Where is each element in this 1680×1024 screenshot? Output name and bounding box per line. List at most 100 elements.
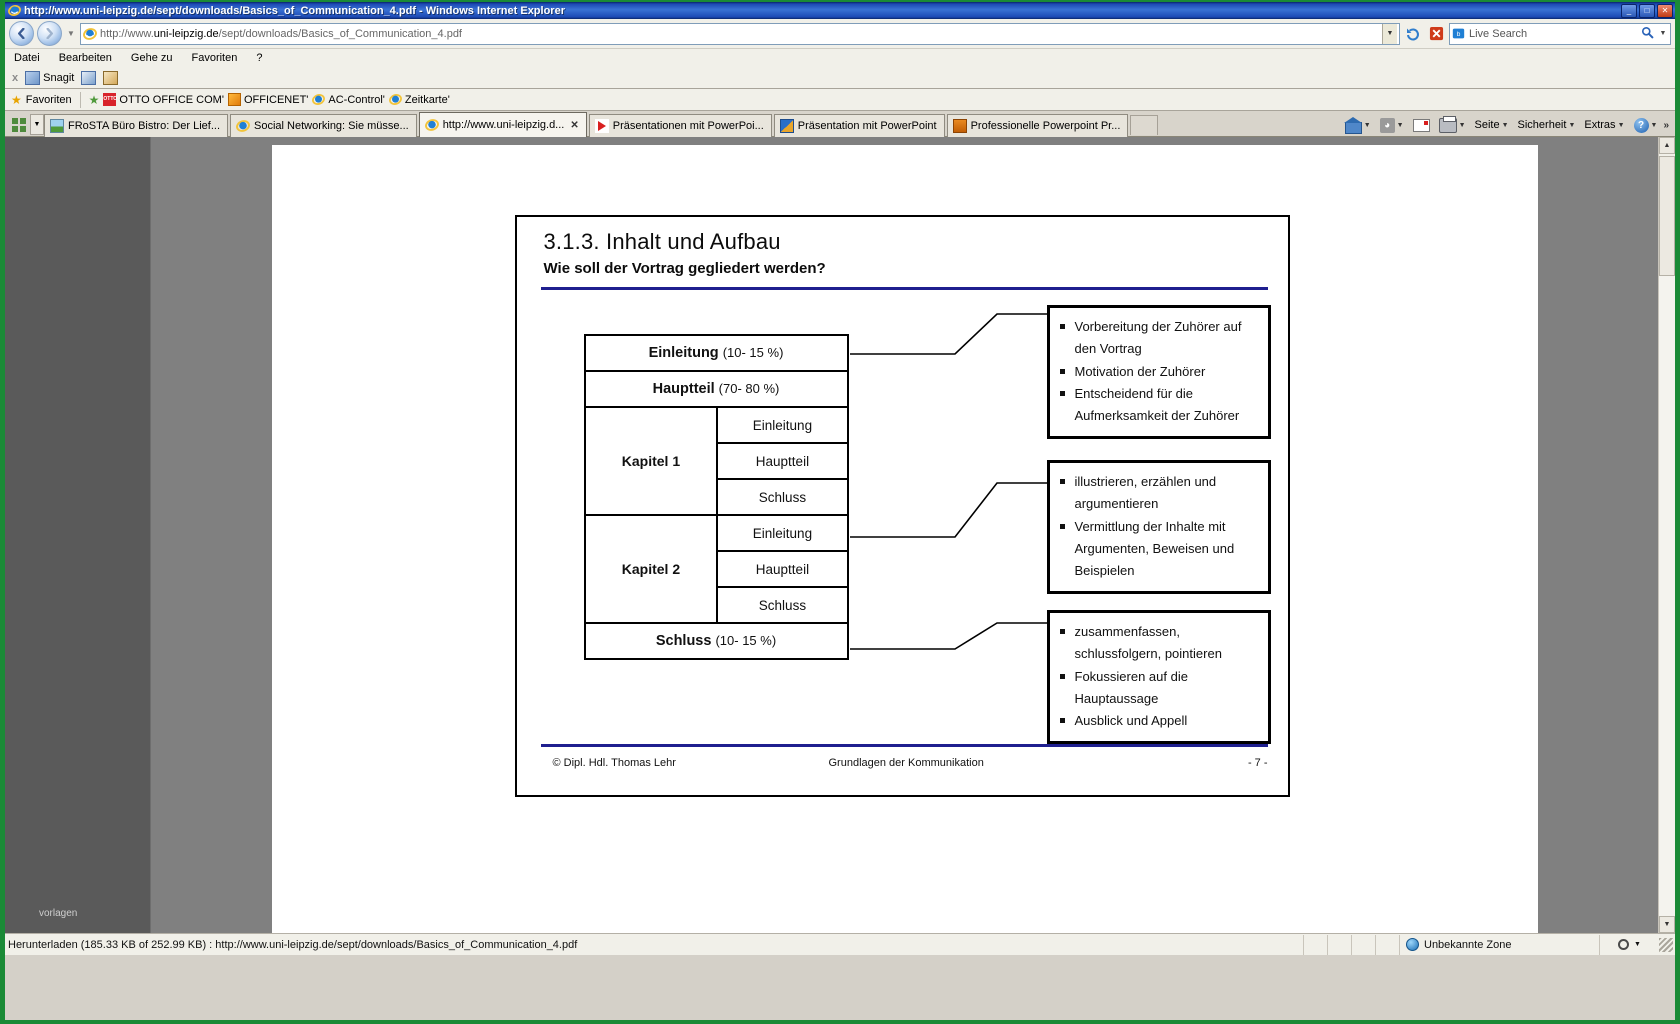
structure-intro-percent: (10- 15 %) <box>722 345 784 360</box>
structure-main-cell: Hauptteil (70- 80 %) <box>583 370 849 408</box>
page-menu-button[interactable]: Seite ▼ <box>1472 118 1512 132</box>
page-favicon-icon <box>83 27 97 41</box>
address-input[interactable]: http://www.uni-leipzig.de/sept/downloads… <box>80 22 1400 45</box>
help-menu-button[interactable]: ? ▼ <box>1631 117 1661 134</box>
close-button[interactable]: ✕ <box>1657 3 1673 18</box>
callout-bullet: Motivation der Zuhörer <box>1059 361 1258 383</box>
pdf-viewport[interactable]: 3.1.3. Inhalt und Aufbau Wie soll der Vo… <box>151 137 1658 933</box>
add-favorite-icon[interactable]: ★ <box>89 94 100 106</box>
search-input[interactable]: Live Search <box>1469 28 1636 40</box>
menu-item-gehe-zu[interactable]: Gehe zu <box>130 52 174 64</box>
quick-tabs-grid-icon[interactable] <box>8 114 30 135</box>
chevron-down-icon[interactable]: ▼ <box>1502 122 1509 129</box>
chevron-down-icon[interactable]: ▼ <box>1634 941 1641 948</box>
slide-footer-copyright: © Dipl. Hdl. Thomas Lehr <box>552 757 676 769</box>
status-message: Herunterladen (185.33 KB of 252.99 KB) :… <box>8 938 578 951</box>
slide-footer-center: Grundlagen der Kommunikation <box>828 757 984 769</box>
tab-list-dropdown-icon[interactable]: ▼ <box>30 114 44 135</box>
otto-office-icon: OTTO <box>103 93 117 106</box>
rss-feed-icon: ◕ <box>1379 117 1395 133</box>
tab-frosta[interactable]: FRoSTA Büro Bistro: Der Lief... <box>44 114 229 137</box>
address-url-text: http://www.uni-leipzig.de/sept/downloads… <box>100 27 462 40</box>
toolbar-overflow-icon[interactable]: » <box>1663 120 1669 131</box>
tab-praesentationen-mit-powerpoint[interactable]: Präsentationen mit PowerPoi... <box>588 114 772 137</box>
chevron-down-icon[interactable]: ▼ <box>1397 122 1404 129</box>
mail-button[interactable] <box>1410 118 1433 133</box>
slide-footer-page-number: - 7 - <box>1247 757 1268 769</box>
menu-item-help[interactable]: ? <box>255 52 263 64</box>
chapter-1-part: Hauptteil <box>716 442 849 480</box>
forward-button[interactable] <box>37 21 62 46</box>
snagit-capture-button[interactable]: Snagit <box>25 70 74 85</box>
favorite-zeitkarte[interactable]: Zeitkarte' <box>388 93 450 106</box>
slide-title-rule <box>540 287 1268 290</box>
structure-conclusion-name: Schluss <box>655 633 712 649</box>
menu-item-datei[interactable]: Datei <box>13 52 41 64</box>
tab-uni-leipzig-pdf[interactable]: http://www.uni-leipzig.d... ✕ <box>418 112 587 137</box>
security-menu-label: Sicherheit <box>1517 119 1567 131</box>
search-dropdown-icon[interactable]: ▼ <box>1658 30 1668 37</box>
tab-professionelle-powerpoint[interactable]: Professionelle Powerpoint Pr... <box>946 114 1129 137</box>
connector-lines <box>849 313 1055 355</box>
structure-main-name: Hauptteil <box>652 381 715 397</box>
tab-praesentation-mit-powerpoint[interactable]: Präsentation mit PowerPoint <box>773 114 945 137</box>
scrollbar-thumb[interactable] <box>1659 156 1675 276</box>
chevron-down-icon[interactable]: ▼ <box>1459 122 1466 129</box>
connector-lines <box>849 482 1055 538</box>
chapter-2-part: Hauptteil <box>716 550 849 588</box>
tab-close-icon[interactable]: ✕ <box>570 120 578 131</box>
print-button[interactable]: ▼ <box>1436 115 1469 134</box>
security-zone[interactable]: Unbekannte Zone <box>1399 934 1599 955</box>
tools-menu-button[interactable]: Extras ▼ <box>1581 118 1627 132</box>
chapter-2-part: Einleitung <box>716 514 849 552</box>
scroll-down-button[interactable]: ▼ <box>1659 916 1675 933</box>
snagit-close-icon[interactable]: x <box>12 72 18 84</box>
chevron-down-icon[interactable]: ▼ <box>1364 122 1371 129</box>
snagit-editor-icon[interactable] <box>103 70 119 85</box>
scroll-up-button[interactable]: ▲ <box>1659 137 1675 154</box>
history-dropdown-icon[interactable]: ▼ <box>65 29 77 38</box>
favorite-officenet[interactable]: OFFICENET' <box>227 93 308 106</box>
chevron-down-icon[interactable]: ▼ <box>1651 122 1658 129</box>
home-button[interactable]: ▼ <box>1341 116 1374 134</box>
callout-bullet: Ausblick und Appell <box>1059 710 1258 732</box>
refresh-icon[interactable] <box>1403 23 1423 45</box>
snagit-profile-icon[interactable] <box>81 70 97 85</box>
resize-grip[interactable] <box>1659 937 1673 952</box>
structure-conclusion-percent: (10- 15 %) <box>715 633 777 648</box>
callout-bullet: Entscheidend für die Aufmerksamkeit der … <box>1059 383 1258 428</box>
scrollbar-track[interactable] <box>1659 276 1675 916</box>
callout-bullet: Fokussieren auf die Hauptaussage <box>1059 666 1258 711</box>
menu-item-favoriten[interactable]: Favoriten <box>191 52 239 64</box>
address-dropdown-icon[interactable]: ▼ <box>1382 23 1397 44</box>
maximize-button[interactable]: □ <box>1639 3 1655 18</box>
tab-social-networking[interactable]: Social Networking: Sie müsse... <box>230 114 417 137</box>
search-icon[interactable] <box>1639 26 1655 42</box>
conclusion-callout: zusammenfassen, schlussfolgern, pointier… <box>1046 610 1271 744</box>
stop-icon[interactable] <box>1426 23 1446 45</box>
window-title: http://www.uni-leipzig.de/sept/downloads… <box>24 4 565 17</box>
chevron-down-icon[interactable]: ▼ <box>1568 122 1575 129</box>
minimize-button[interactable]: _ <box>1621 3 1637 18</box>
callout-bullet: zusammenfassen, schlussfolgern, pointier… <box>1059 621 1258 666</box>
new-tab-button[interactable] <box>1130 115 1159 135</box>
menu-item-bearbeiten[interactable]: Bearbeiten <box>58 52 113 64</box>
status-cell <box>1303 934 1327 955</box>
favorite-otto-office[interactable]: OTTO OTTO OFFICE COM' <box>103 93 224 106</box>
structure-intro-name: Einleitung <box>648 345 719 361</box>
favorite-ac-control[interactable]: AC-Control' <box>312 93 385 106</box>
table-row: Kapitel 1 Einleitung <box>583 406 849 516</box>
magnifier-icon <box>1618 939 1630 950</box>
zoom-control[interactable]: ▼ <box>1599 934 1659 955</box>
tools-menu-label: Extras <box>1584 119 1616 131</box>
security-menu-button[interactable]: Sicherheit ▼ <box>1515 118 1579 132</box>
search-box[interactable]: b Live Search ▼ <box>1449 22 1671 45</box>
callout-bullet: illustrieren, erzählen und argumentieren <box>1059 471 1258 516</box>
chevron-down-icon[interactable]: ▼ <box>1618 122 1625 129</box>
favorites-label[interactable]: Favoriten <box>26 94 72 106</box>
feeds-button[interactable]: ◕ ▼ <box>1377 117 1407 134</box>
pdf-page: 3.1.3. Inhalt und Aufbau Wie soll der Vo… <box>271 145 1538 933</box>
table-row: Kapitel 2 Einleitung <box>583 514 849 624</box>
vertical-scrollbar[interactable]: ▲ ▼ <box>1658 137 1675 933</box>
back-button[interactable] <box>9 21 34 46</box>
